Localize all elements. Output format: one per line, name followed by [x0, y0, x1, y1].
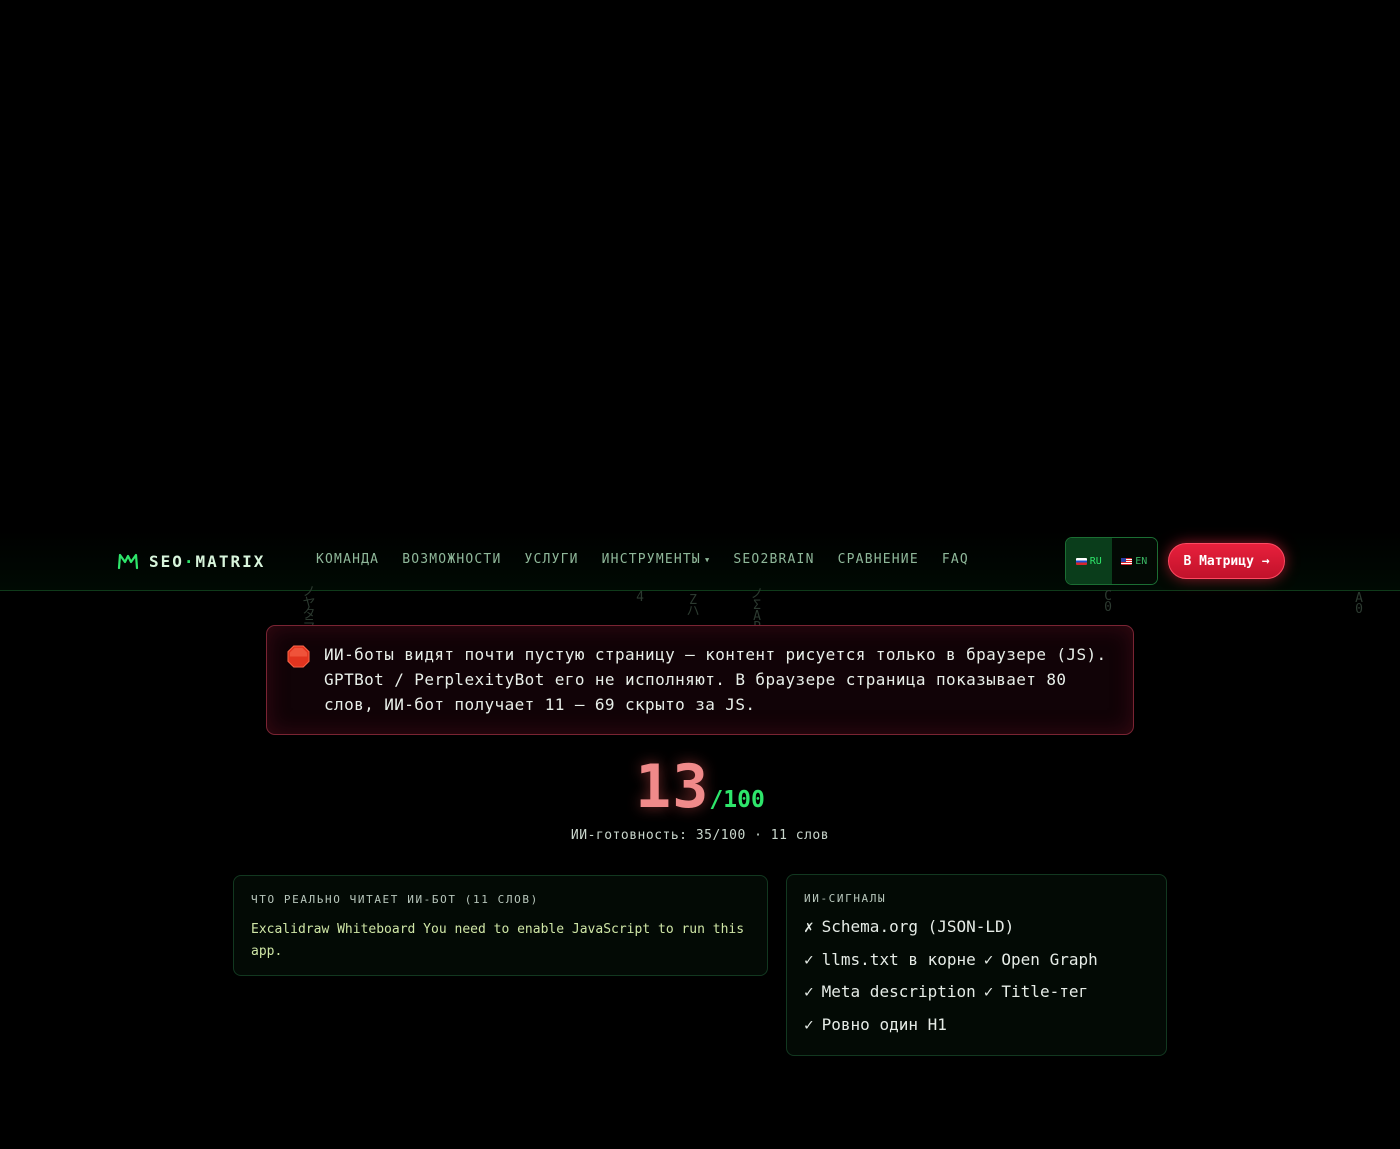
signal-label: Schema.org (JSON-LD)	[821, 917, 1015, 936]
signal-label: Ровно один H1	[821, 1015, 947, 1035]
check-icon: ✓	[804, 1015, 814, 1035]
nav-link-team[interactable]: КОМАНДА	[316, 552, 379, 567]
signal-label: llms.txt в корне	[821, 949, 976, 969]
main-menu: КОМАНДА ВОЗМОЖНОСТИ УСЛУГИ ИНСТРУМЕНТЫ ▼…	[316, 552, 969, 567]
matrix-rain-column: C 0	[1104, 589, 1112, 615]
signal-label: Open Graph	[1001, 949, 1098, 969]
signal-row: ✓ llms.txt в корне ✓ Open Graph	[804, 950, 1098, 983]
crown-logo-icon	[117, 553, 139, 570]
signal-label: Meta description	[821, 982, 976, 1002]
language-switcher: RU EN	[1065, 537, 1158, 585]
signal-row: ✓ Ровно один H1	[804, 1015, 1098, 1048]
stop-sign-icon	[287, 645, 310, 668]
signal-item: ✗ Schema.org (JSON-LD)	[804, 917, 1014, 936]
score-display: 13/100	[0, 752, 1400, 822]
score-value: 13	[635, 752, 710, 822]
lang-en-label: EN	[1135, 555, 1148, 567]
lang-ru-label: RU	[1089, 555, 1102, 567]
nav-link-comparison[interactable]: СРАВНЕНИЕ	[838, 552, 919, 567]
ai-signals-list: ✗ Schema.org (JSON-LD) ✓ llms.txt в корн…	[804, 917, 1098, 1048]
cross-icon: ✗	[804, 917, 814, 936]
check-icon: ✓	[804, 949, 814, 969]
caret-down-icon: ▼	[704, 555, 711, 564]
logo[interactable]: SEO·MATRIX	[117, 549, 265, 573]
matrix-rain-column: 4	[636, 590, 644, 605]
logo-text: SEO·MATRIX	[149, 551, 266, 571]
matrix-rain-column: Z ハ	[686, 593, 700, 619]
lang-en-button[interactable]: EN	[1111, 538, 1157, 584]
nav-link-faq[interactable]: FAQ	[942, 552, 969, 567]
ai-signals-card: ИИ-СИГНАЛЫ ✗ Schema.org (JSON-LD) ✓ llms…	[786, 874, 1167, 1056]
bot-view-title: ЧТО РЕАЛЬНО ЧИТАЕТ ИИ-БОТ (11 СЛОВ)	[251, 893, 539, 906]
signal-item: ✓ Ровно один H1	[804, 1015, 947, 1034]
nav-link-features[interactable]: ВОЗМОЖНОСТИ	[402, 552, 501, 567]
signal-item: ✓ Meta description	[804, 982, 976, 1001]
check-icon: ✓	[983, 949, 994, 969]
signal-item: ✓ llms.txt в корне	[804, 950, 976, 969]
signal-item: ✓ Title-тег	[984, 982, 1088, 1001]
score-max: /100	[709, 787, 765, 813]
page: SEO·MATRIX КОМАНДА ВОЗМОЖНОСТИ УСЛУГИ ИН…	[0, 0, 1400, 1149]
usa-flag-icon	[1121, 557, 1133, 565]
bot-view-card: ЧТО РЕАЛЬНО ЧИТАЕТ ИИ-БОТ (11 СЛОВ) Exca…	[233, 875, 768, 976]
check-icon: ✓	[983, 982, 994, 1002]
ai-readiness-caption: ИИ-готовность: 35/100 · 11 слов	[570, 828, 830, 843]
signal-item: ✓ Open Graph	[984, 950, 1098, 969]
enter-matrix-button[interactable]: В Матрицу →	[1168, 543, 1285, 579]
nav-link-services[interactable]: УСЛУГИ	[524, 552, 578, 567]
signal-label: Title-тег	[1001, 982, 1089, 1002]
russia-flag-icon	[1075, 557, 1087, 565]
bot-view-text: Excalidraw Whiteboard You need to enable…	[251, 922, 745, 959]
signal-row: ✗ Schema.org (JSON-LD)	[804, 917, 1098, 950]
matrix-rain-column: A 0	[1355, 591, 1363, 617]
top-navbar: SEO·MATRIX КОМАНДА ВОЗМОЖНОСТИ УСЛУГИ ИН…	[0, 530, 1400, 591]
ai-signals-title: ИИ-СИГНАЛЫ	[804, 892, 887, 905]
alert-message: ИИ-боты видят почти пустую страницу — ко…	[324, 645, 1107, 714]
check-icon: ✓	[804, 982, 814, 1002]
signal-row: ✓ Meta description ✓ Title-тег	[804, 982, 1098, 1015]
nav-link-seo2brain[interactable]: SEO2BRAIN	[733, 552, 814, 567]
nav-link-tools[interactable]: ИНСТРУМЕНТЫ ▼	[602, 552, 711, 567]
lang-ru-button[interactable]: RU	[1066, 538, 1112, 584]
nav-link-tools-label: ИНСТРУМЕНТЫ	[601, 552, 701, 567]
